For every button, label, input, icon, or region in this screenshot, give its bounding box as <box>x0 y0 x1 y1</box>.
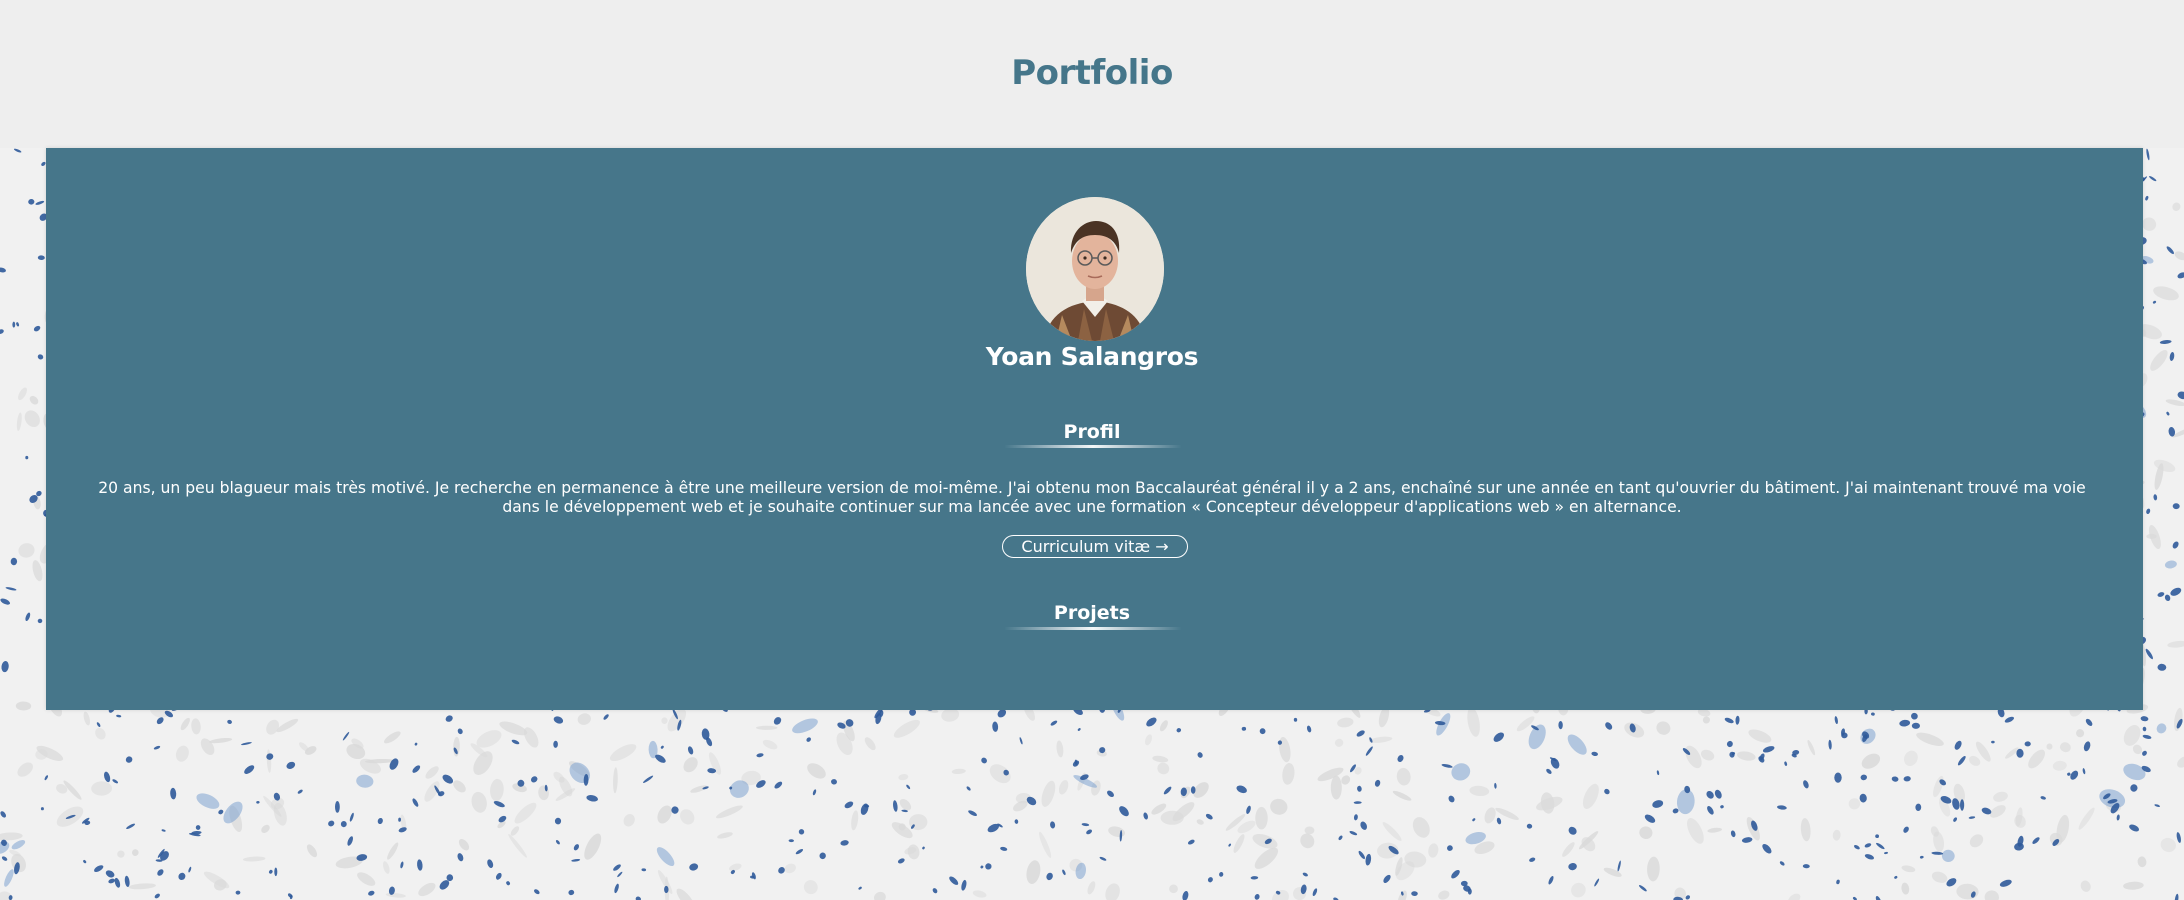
site-title: Portfolio <box>1011 53 1173 93</box>
avatar <box>1026 197 1164 341</box>
cv-button[interactable]: Curriculum vitæ → <box>1002 535 1188 558</box>
site-header: Portfolio <box>0 0 2184 148</box>
section-title-projets: Projets <box>1053 602 1131 624</box>
portrait-icon <box>1026 197 1164 341</box>
profile-name: Yoan Salangros <box>985 342 1199 371</box>
section-title-profil: Profil <box>1063 421 1121 443</box>
section-underline <box>1004 627 1182 630</box>
profile-description: 20 ans, un peu blagueur mais très motivé… <box>98 479 2086 516</box>
section-underline <box>1004 445 1182 448</box>
